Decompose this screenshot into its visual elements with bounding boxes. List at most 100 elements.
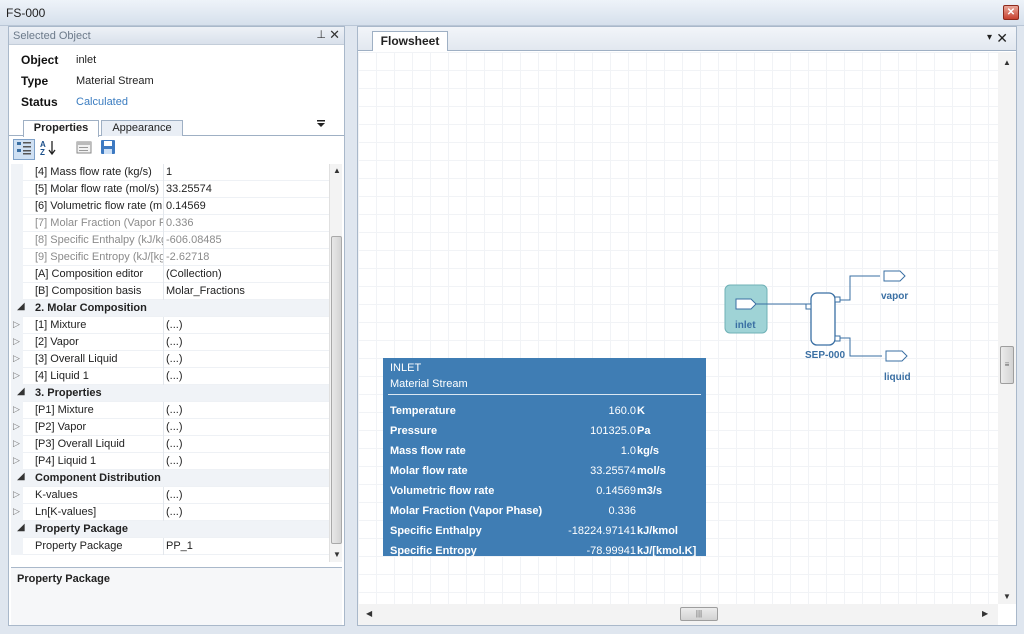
vertical-scroll-thumb[interactable]: ≡ — [1000, 346, 1014, 384]
expand-icon[interactable]: ▷ — [13, 353, 20, 364]
grid-category-row[interactable]: ◢ Component Distribution — [11, 470, 329, 487]
flowsheet-canvas[interactable]: inlet SEP-000 vapor liquid INLET Materia… — [358, 52, 998, 604]
tabs-menu-icon[interactable] — [316, 119, 326, 132]
grid-column-divider — [163, 317, 164, 334]
grid-property-value[interactable]: 0.14569 — [166, 200, 206, 212]
pin-icon[interactable]: ⊥ — [316, 28, 326, 41]
horizontal-scroll-thumb[interactable]: ||| — [680, 607, 718, 621]
grid-property-row[interactable]: Property Package PP_1 — [11, 538, 329, 555]
window-close-button[interactable]: ✕ — [1003, 5, 1019, 20]
grid-property-row[interactable]: ▷ K-values (...) — [11, 487, 329, 504]
panel-close-icon[interactable]: ✕ — [329, 27, 340, 43]
scroll-right-icon[interactable]: ▶ — [982, 609, 988, 618]
grid-property-value[interactable]: (...) — [166, 404, 183, 416]
grid-property-value[interactable]: Molar_Fractions — [166, 285, 245, 297]
collapse-icon[interactable]: ◢ — [17, 386, 25, 397]
scroll-up-icon[interactable]: ▲ — [333, 166, 341, 175]
scroll-left-icon[interactable]: ◀ — [366, 609, 372, 618]
grid-property-row[interactable]: [A] Composition editor (Collection) — [11, 266, 329, 283]
grid-property-value[interactable]: -606.08485 — [166, 234, 222, 246]
grid-property-value[interactable]: (...) — [166, 353, 183, 365]
grid-category-row[interactable]: ◢ Property Package — [11, 521, 329, 538]
grid-category-row[interactable]: ◢ 3. Properties — [11, 385, 329, 402]
grid-property-value[interactable]: 0.336 — [166, 217, 194, 229]
grid-property-row[interactable]: [B] Composition basis Molar_Fractions — [11, 283, 329, 300]
tab-appearance[interactable]: Appearance — [101, 120, 183, 136]
grid-property-value[interactable]: (...) — [166, 506, 183, 518]
expand-icon[interactable]: ▷ — [13, 489, 20, 500]
grid-property-row[interactable]: ▷ [3] Overall Liquid (...) — [11, 351, 329, 368]
expand-icon[interactable]: ▷ — [13, 319, 20, 330]
canvas-horizontal-scrollbar[interactable]: ◀ ||| ▶ — [358, 604, 998, 625]
collapse-icon[interactable]: ◢ — [17, 522, 25, 533]
grid-property-row[interactable]: ▷ [4] Liquid 1 (...) — [11, 368, 329, 385]
save-button[interactable] — [97, 139, 119, 160]
categorized-icon — [17, 142, 31, 155]
grid-category-row[interactable]: ◢ 2. Molar Composition — [11, 300, 329, 317]
grid-property-row[interactable]: ▷ [P1] Mixture (...) — [11, 402, 329, 419]
description-title: Property Package — [17, 573, 110, 585]
info-property-value: -78.99941 — [586, 545, 636, 557]
grid-property-row[interactable]: ▷ [1] Mixture (...) — [11, 317, 329, 334]
grid-property-row[interactable]: ▷ Ln[K-values] (...) — [11, 504, 329, 521]
grid-property-value[interactable]: PP_1 — [166, 540, 193, 552]
svg-text:Z: Z — [40, 148, 45, 157]
grid-property-value[interactable]: -2.62718 — [166, 251, 209, 263]
vapor-stream-object[interactable] — [883, 270, 906, 282]
scroll-up-icon[interactable]: ▲ — [1003, 58, 1011, 67]
grid-property-row[interactable]: ▷ [P2] Vapor (...) — [11, 419, 329, 436]
document-menu-icon[interactable]: ▾ — [987, 32, 992, 43]
document-close-icon[interactable]: ✕ — [996, 30, 1008, 47]
grid-property-row[interactable]: [9] Specific Entropy (kJ/[kg -2.62718 — [11, 249, 329, 266]
grid-property-value[interactable]: 33.25574 — [166, 183, 212, 195]
expand-icon[interactable]: ▷ — [13, 438, 20, 449]
alphabetical-view-button[interactable]: A Z — [37, 139, 59, 160]
grid-property-value[interactable]: 1 — [166, 166, 172, 178]
info-property-name: Volumetric flow rate — [390, 485, 495, 497]
expand-icon[interactable]: ▷ — [13, 404, 20, 415]
grid-property-value[interactable]: (...) — [166, 421, 183, 433]
tab-flowsheet[interactable]: Flowsheet — [372, 31, 448, 51]
scrollbar-thumb[interactable] — [331, 236, 342, 544]
grid-property-row[interactable]: ▷ [P3] Overall Liquid (...) — [11, 436, 329, 453]
property-grid-scrollbar[interactable]: ▲ ▼ — [329, 164, 342, 562]
expand-icon[interactable]: ▷ — [13, 506, 20, 517]
grid-property-value[interactable]: (Collection) — [166, 268, 222, 280]
grid-property-value[interactable]: (...) — [166, 438, 183, 450]
grid-property-value[interactable]: (...) — [166, 370, 183, 382]
grid-property-value[interactable]: (...) — [166, 455, 183, 467]
grid-property-name: [1] Mixture — [35, 319, 87, 331]
grid-property-row[interactable]: [4] Mass flow rate (kg/s) 1 — [11, 164, 329, 181]
property-pages-button[interactable] — [73, 139, 95, 160]
grid-property-row[interactable]: [7] Molar Fraction (Vapor P 0.336 — [11, 215, 329, 232]
info-property-unit: Pa — [637, 425, 651, 437]
expand-icon[interactable]: ▷ — [13, 336, 20, 347]
grid-property-row[interactable]: ▷ [P4] Liquid 1 (...) — [11, 453, 329, 470]
categorized-view-button[interactable] — [13, 139, 35, 160]
tab-properties[interactable]: Properties — [23, 120, 99, 137]
grid-property-name: K-values — [35, 489, 78, 501]
info-property-name: Temperature — [390, 405, 456, 417]
grid-property-row[interactable]: ▷ [2] Vapor (...) — [11, 334, 329, 351]
collapse-icon[interactable]: ◢ — [17, 301, 25, 312]
scroll-down-icon[interactable]: ▼ — [333, 550, 341, 559]
grid-property-value[interactable]: (...) — [166, 336, 183, 348]
grid-property-row[interactable]: [8] Specific Enthalpy (kJ/kg -606.08485 — [11, 232, 329, 249]
separator-vessel[interactable] — [810, 292, 836, 346]
liquid-stream-object[interactable] — [885, 350, 908, 362]
grid-gutter — [11, 538, 23, 555]
grid-gutter — [11, 198, 23, 215]
grid-property-row[interactable]: [5] Molar flow rate (mol/s) 33.25574 — [11, 181, 329, 198]
expand-icon[interactable]: ▷ — [13, 421, 20, 432]
grid-property-row[interactable]: [6] Volumetric flow rate (m 0.14569 — [11, 198, 329, 215]
expand-icon[interactable]: ▷ — [13, 455, 20, 466]
flowsheet-panel: Flowsheet ▾ ✕ inlet SEP-000 vapor liquid — [357, 26, 1017, 626]
grid-property-name: Ln[K-values] — [35, 506, 97, 518]
expand-icon[interactable]: ▷ — [13, 370, 20, 381]
info-property-name: Molar flow rate — [390, 465, 468, 477]
canvas-vertical-scrollbar[interactable]: ▲ ≡ ▼ — [998, 52, 1016, 604]
scroll-down-icon[interactable]: ▼ — [1003, 592, 1011, 601]
grid-property-value[interactable]: (...) — [166, 319, 183, 331]
collapse-icon[interactable]: ◢ — [17, 471, 25, 482]
grid-property-value[interactable]: (...) — [166, 489, 183, 501]
